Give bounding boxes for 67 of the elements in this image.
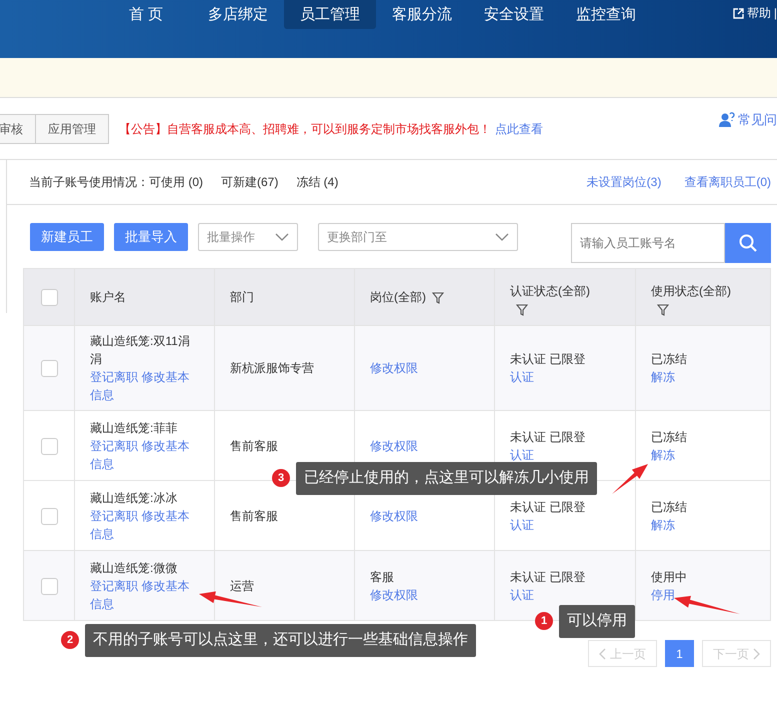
stat-count: 可使用 (0) [149, 174, 203, 191]
nav-tab[interactable]: 客服分流 [376, 0, 468, 29]
department-text: 新杭派服饰专营 [230, 361, 314, 375]
column-header: 岗位(全部) [370, 290, 426, 304]
permission-link[interactable]: 修改权限 [370, 361, 418, 375]
department-text: 售前客服 [230, 508, 278, 522]
stats-link[interactable]: 查看离职员工(0) [684, 173, 771, 191]
toolbar-button[interactable]: 新建员工 [30, 223, 104, 251]
faq-link[interactable]: 常见问 [738, 110, 777, 130]
verify-link[interactable]: 认证 [510, 518, 534, 532]
nav-tab[interactable]: 员工管理 [284, 0, 376, 29]
verify-link[interactable]: 认证 [510, 588, 534, 602]
column-header: 账户名 [90, 290, 126, 304]
account-action-links[interactable]: 登记离职 修改基本信息 [90, 436, 199, 472]
account-action-links[interactable]: 登记离职 修改基本信息 [90, 368, 199, 404]
verify-link[interactable]: 认证 [510, 448, 534, 462]
usage-action-link[interactable]: 解冻 [651, 370, 675, 384]
usage-status: 已冻结 [651, 428, 688, 446]
usage-action-link[interactable]: 解冻 [651, 518, 675, 532]
permission-link[interactable]: 修改权限 [370, 438, 418, 452]
auth-status: 未认证 已限登 [510, 351, 586, 368]
annotation-callout: 可以停用 [559, 605, 635, 638]
account-name: 藏山造纸笼:微微 [90, 560, 178, 576]
column-header: 部门 [230, 290, 254, 304]
account-action-links[interactable]: 登记离职 修改基本信息 [90, 576, 199, 612]
stats-label: 当前子账号使用情况： [29, 174, 149, 191]
usage-action-link[interactable]: 停用 [651, 588, 675, 602]
department-text: 售前客服 [230, 438, 278, 452]
dropdown-field[interactable]: 批量操作 [198, 223, 298, 251]
page-button[interactable]: 1 [665, 640, 694, 667]
step-number-badge: 1 [535, 612, 553, 630]
announcement: 【公告】自营客服成本高、招聘难，可以到服务定制市场找客服外包！ 点此查看 [119, 120, 543, 138]
column-header: 认证状态(全部) [510, 284, 590, 298]
tab[interactable]: 应用管理 [36, 114, 109, 144]
department-text: 运营 [230, 578, 254, 592]
usage-status: 已冻结 [651, 351, 688, 368]
stat-count: 可新建(67) [221, 174, 278, 191]
auth-status: 未认证 已限登 [510, 568, 586, 586]
help-link[interactable]: 帮助 [746, 4, 771, 22]
separator: | [774, 5, 777, 22]
permission-link[interactable]: 修改权限 [370, 588, 418, 602]
account-name: 藏山造纸笼:冰冰 [90, 490, 178, 506]
announcement-link[interactable]: 点此查看 [495, 122, 543, 136]
column-header: 使用状态(全部) [651, 284, 731, 298]
annotation-callout: 不用的子账号可以点这里，还可以进行一些基础信息操作 [85, 624, 476, 656]
stats-link[interactable]: 未设置岗位(3) [586, 173, 662, 191]
dropdown-field[interactable]: 更换部门至 [318, 223, 518, 251]
account-action-links[interactable]: 登记离职 修改基本信息 [90, 506, 199, 542]
role-text: 客服 [370, 568, 395, 586]
search-field[interactable]: 请输入员工账号名 [571, 223, 725, 263]
annotation-callout: 已经停止使用的，点这里可以解冻几小使用 [296, 462, 597, 494]
nav-tab[interactable]: 多店绑定 [192, 0, 284, 29]
usage-action-link[interactable]: 解冻 [651, 448, 675, 462]
toolbar-button[interactable]: 批量导入 [114, 223, 188, 251]
account-name: 藏山造纸笼:菲菲 [90, 420, 178, 436]
nav-tab[interactable]: 首 页 [100, 0, 192, 29]
step-number-badge: 2 [61, 631, 79, 650]
usage-status: 使用中 [651, 568, 688, 586]
nav-tab[interactable]: 安全设置 [468, 0, 560, 29]
auth-status: 未认证 已限登 [510, 428, 586, 446]
usage-status: 已冻结 [651, 498, 688, 516]
auth-status: 未认证 已限登 [510, 498, 586, 516]
account-name: 藏山造纸笼:双11涓涓 [90, 333, 191, 368]
stat-count: 冻结 (4) [296, 174, 338, 191]
nav-tab[interactable]: 监控查询 [560, 0, 652, 29]
permission-link[interactable]: 修改权限 [370, 508, 418, 522]
verify-link[interactable]: 认证 [510, 370, 534, 384]
